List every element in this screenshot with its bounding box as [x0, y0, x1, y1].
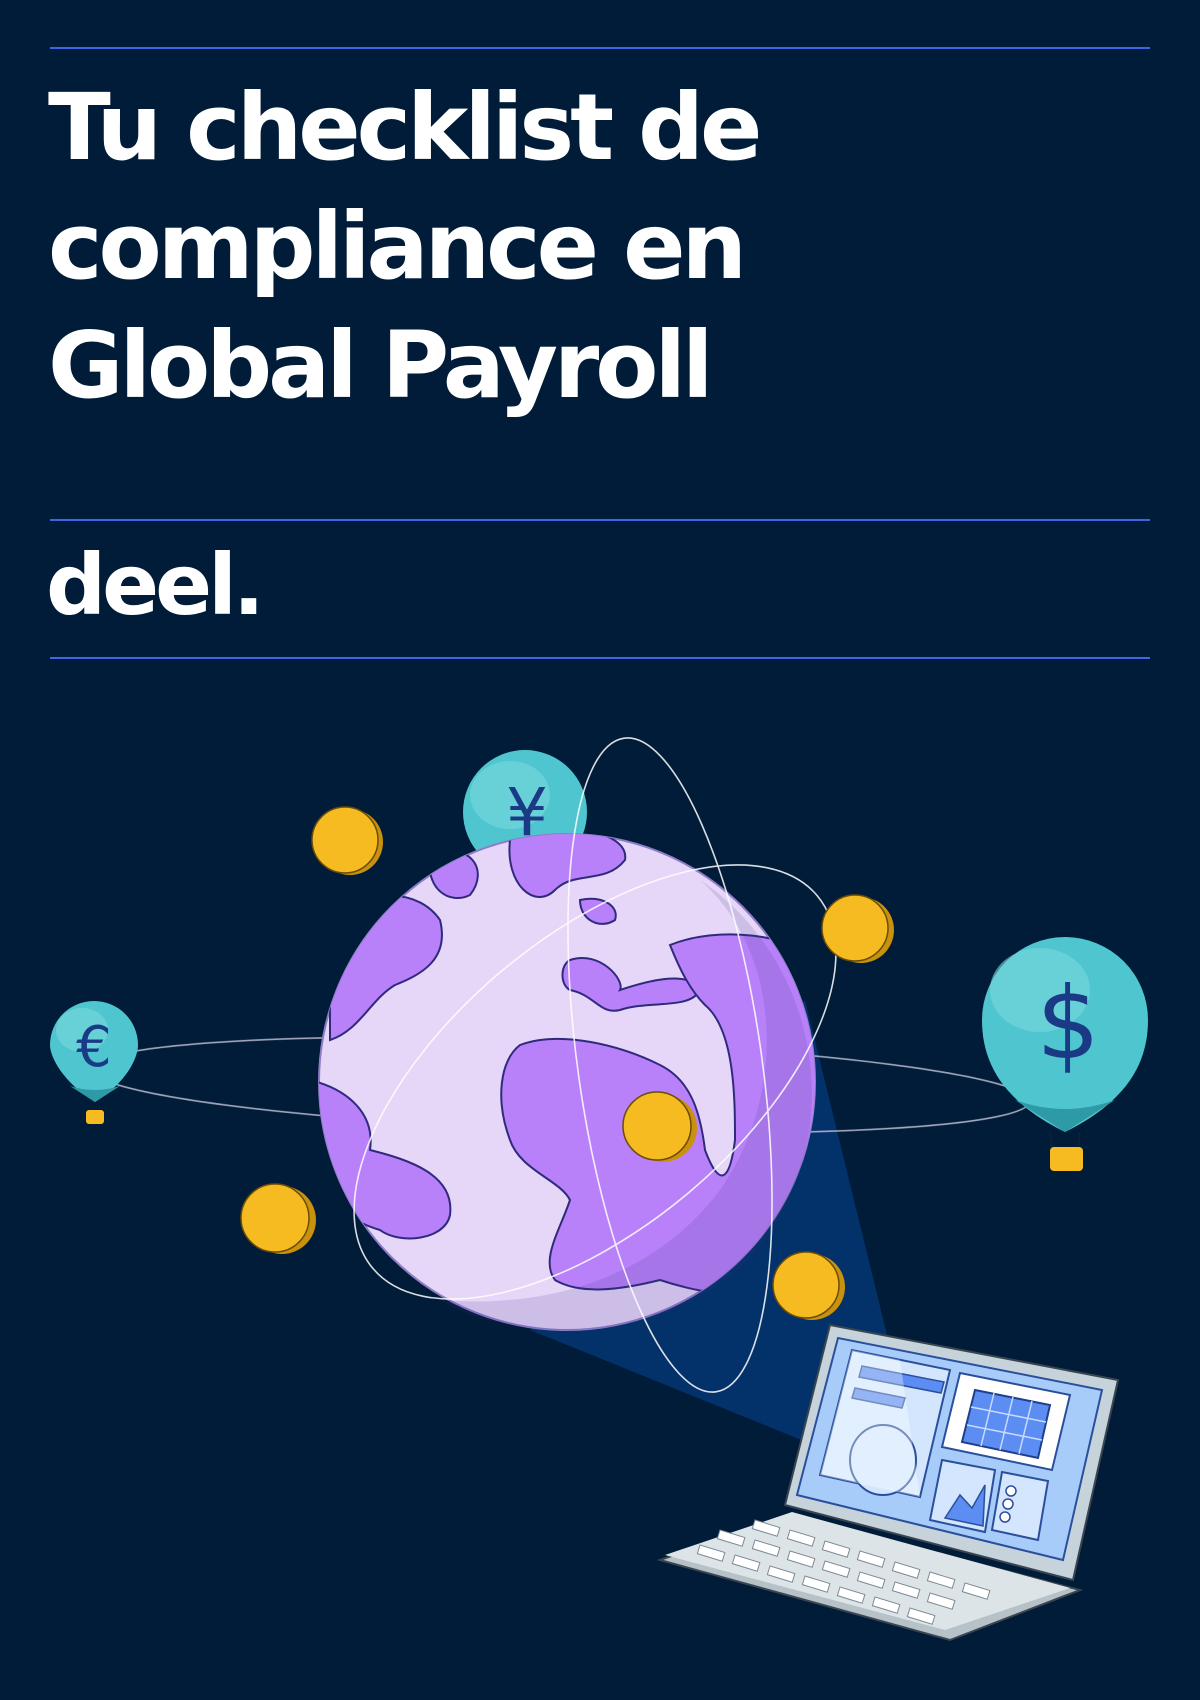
globe-icon: [318, 833, 816, 1331]
euro-symbol: €: [76, 1015, 112, 1080]
deel-logo: deel.: [46, 536, 265, 634]
page-title: Tu checklist de compliance en Global Pay…: [48, 68, 948, 425]
title-line-1: Tu checklist de: [48, 74, 762, 181]
coin-icon: [311, 806, 383, 875]
global-payroll-illustration: ¥ € $: [50, 737, 1148, 1642]
title-line-3: Global Payroll: [48, 312, 714, 419]
dollar-balloon-icon: $: [982, 937, 1148, 1171]
bottom-rule: [50, 657, 1150, 659]
top-rule: [50, 47, 1150, 49]
middle-rule: [50, 519, 1150, 521]
coin-icon: [821, 894, 894, 963]
coin-icon: [240, 1183, 316, 1254]
title-line-2: compliance en: [48, 193, 747, 300]
euro-balloon-icon: €: [50, 1001, 138, 1124]
dollar-symbol: $: [1036, 965, 1100, 1082]
